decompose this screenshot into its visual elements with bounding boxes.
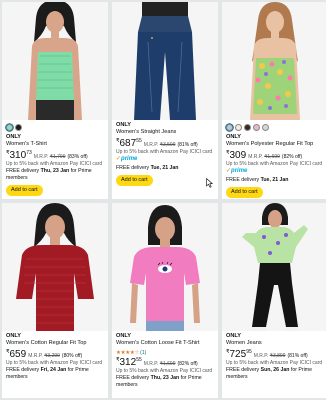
add-to-cart-button[interactable]: Add to cart (226, 186, 263, 198)
mrp: M.R.P. ₹1,699 (143, 360, 176, 367)
add-to-cart-button[interactable]: Add to cart (116, 174, 153, 186)
price[interactable]: ₹68755 (116, 138, 142, 149)
product-title[interactable]: Women's Polyester Regular Fit Top (226, 141, 324, 148)
price[interactable]: ₹659 (6, 349, 26, 360)
product-image[interactable] (112, 2, 218, 120)
price-line: ₹72595 M.R.P. ₹3,899 (81% off) (226, 349, 324, 360)
discount: (81% off) (177, 141, 198, 148)
product-brand: ONLY (6, 134, 22, 140)
product-title[interactable]: Women Jeans (226, 340, 324, 347)
price-line: ₹309 M.R.P. ₹1,699 (82% off) (226, 150, 324, 161)
price[interactable]: ₹31073 (6, 150, 32, 161)
color-swatches (226, 124, 324, 131)
product-brand: ONLY (226, 134, 242, 140)
product-card[interactable]: ONLY Women's Cotton Regular Fit Top ₹659… (2, 203, 108, 398)
bank-offer: Up to 5% back with Amazon Pay ICICI card (116, 148, 213, 155)
discount: (83% off) (67, 153, 88, 160)
bank-offer: Up to 5% back with Amazon Pay ICICI card (116, 367, 213, 374)
mrp: M.R.P. ₹3,899 (253, 352, 286, 359)
prime-badge: ✓prime (226, 168, 248, 175)
product-card[interactable]: ONLY Women Jeans ₹72595 M.R.P. ₹3,899 (8… (222, 203, 326, 398)
product-brand: ONLY (6, 333, 22, 339)
color-swatch[interactable] (235, 124, 242, 131)
bank-offer: Up to 5% back with Amazon Pay ICICI card (226, 160, 323, 167)
discount: (82% off) (177, 360, 198, 367)
delivery-info: FREE delivery Thu, 23 Jan for Prime memb… (116, 375, 202, 388)
product-brand: ONLY (116, 333, 132, 339)
price-line: ₹659 M.R.P. ₹3,299 (80% off) (6, 349, 104, 360)
rating-count[interactable]: (1) (140, 350, 146, 356)
color-swatch[interactable] (244, 124, 251, 131)
color-swatch[interactable] (262, 124, 269, 131)
rating[interactable]: ★★★★☆(1) (116, 350, 214, 357)
add-to-cart-button[interactable]: Add to cart (6, 184, 43, 196)
price[interactable]: ₹31255 (116, 357, 142, 368)
product-image[interactable] (222, 203, 326, 331)
mrp: M.R.P. ₹3,599 (143, 141, 176, 148)
product-card[interactable]: ONLY Women's Polyester Regular Fit Top ₹… (222, 2, 326, 199)
color-swatch[interactable] (253, 124, 260, 131)
product-image[interactable] (2, 203, 108, 331)
mrp: M.R.P. ₹1,699 (248, 153, 280, 160)
product-card[interactable]: ONLY Women's T-Shirt ₹31073 M.R.P. ₹1,79… (2, 2, 108, 199)
color-swatches (6, 124, 104, 131)
color-swatch[interactable] (226, 124, 233, 131)
price-line: ₹31255 M.R.P. ₹1,699 (82% off) (116, 357, 214, 368)
product-title[interactable]: Women's Straight Jeans (116, 129, 214, 136)
delivery-info: FREE delivery Thu, 23 Jan for Prime memb… (6, 168, 92, 181)
product-image[interactable] (222, 2, 326, 120)
prime-badge: ✓prime (116, 156, 138, 163)
bank-offer: Up to 5% back with Amazon Pay ICICI card (226, 359, 323, 366)
product-title[interactable]: Women's Cotton Loose Fit T-Shirt (116, 340, 214, 347)
discount: (82% off) (281, 153, 303, 160)
product-grid: ONLY Women's T-Shirt ₹31073 M.R.P. ₹1,79… (0, 0, 326, 398)
product-title[interactable]: Women's T-Shirt (6, 141, 104, 148)
bank-offer: Up to 5% back with Amazon Pay ICICI card (6, 160, 103, 167)
product-image[interactable] (112, 203, 218, 331)
mouse-cursor-icon (206, 178, 213, 188)
star-rating-icon: ★★★★☆ (116, 349, 140, 356)
delivery-info: FREE delivery Sun, 26 Jan for Prime memb… (226, 367, 312, 380)
product-brand: ONLY (116, 122, 132, 128)
price[interactable]: ₹72595 (226, 349, 252, 360)
mrp: M.R.P. ₹3,299 (28, 352, 60, 359)
delivery-info: FREE delivery Fri, 24 Jan for Prime memb… (6, 367, 89, 380)
color-swatch[interactable] (6, 124, 13, 131)
color-swatch[interactable] (15, 124, 22, 131)
product-brand: ONLY (226, 333, 242, 339)
price[interactable]: ₹309 (226, 150, 246, 161)
delivery-info: FREE delivery Tue, 21 Jan (116, 164, 179, 171)
bank-offer: Up to 5% back with Amazon Pay ICICI card (6, 359, 103, 366)
delivery-info: FREE delivery Tue, 21 Jan (226, 176, 289, 183)
product-image[interactable] (2, 2, 108, 120)
product-title[interactable]: Women's Cotton Regular Fit Top (6, 340, 104, 347)
product-card[interactable]: ONLY Women's Straight Jeans ₹68755 M.R.P… (112, 2, 218, 199)
product-card[interactable]: ONLY Women's Cotton Loose Fit T-Shirt ★★… (112, 203, 218, 398)
price-line: ₹31073 M.R.P. ₹1,799 (83% off) (6, 150, 104, 161)
discount: (81% off) (287, 352, 308, 359)
discount: (80% off) (61, 352, 83, 359)
mrp: M.R.P. ₹1,799 (33, 153, 66, 160)
price-line: ₹68755 M.R.P. ₹3,599 (81% off) (116, 138, 214, 149)
